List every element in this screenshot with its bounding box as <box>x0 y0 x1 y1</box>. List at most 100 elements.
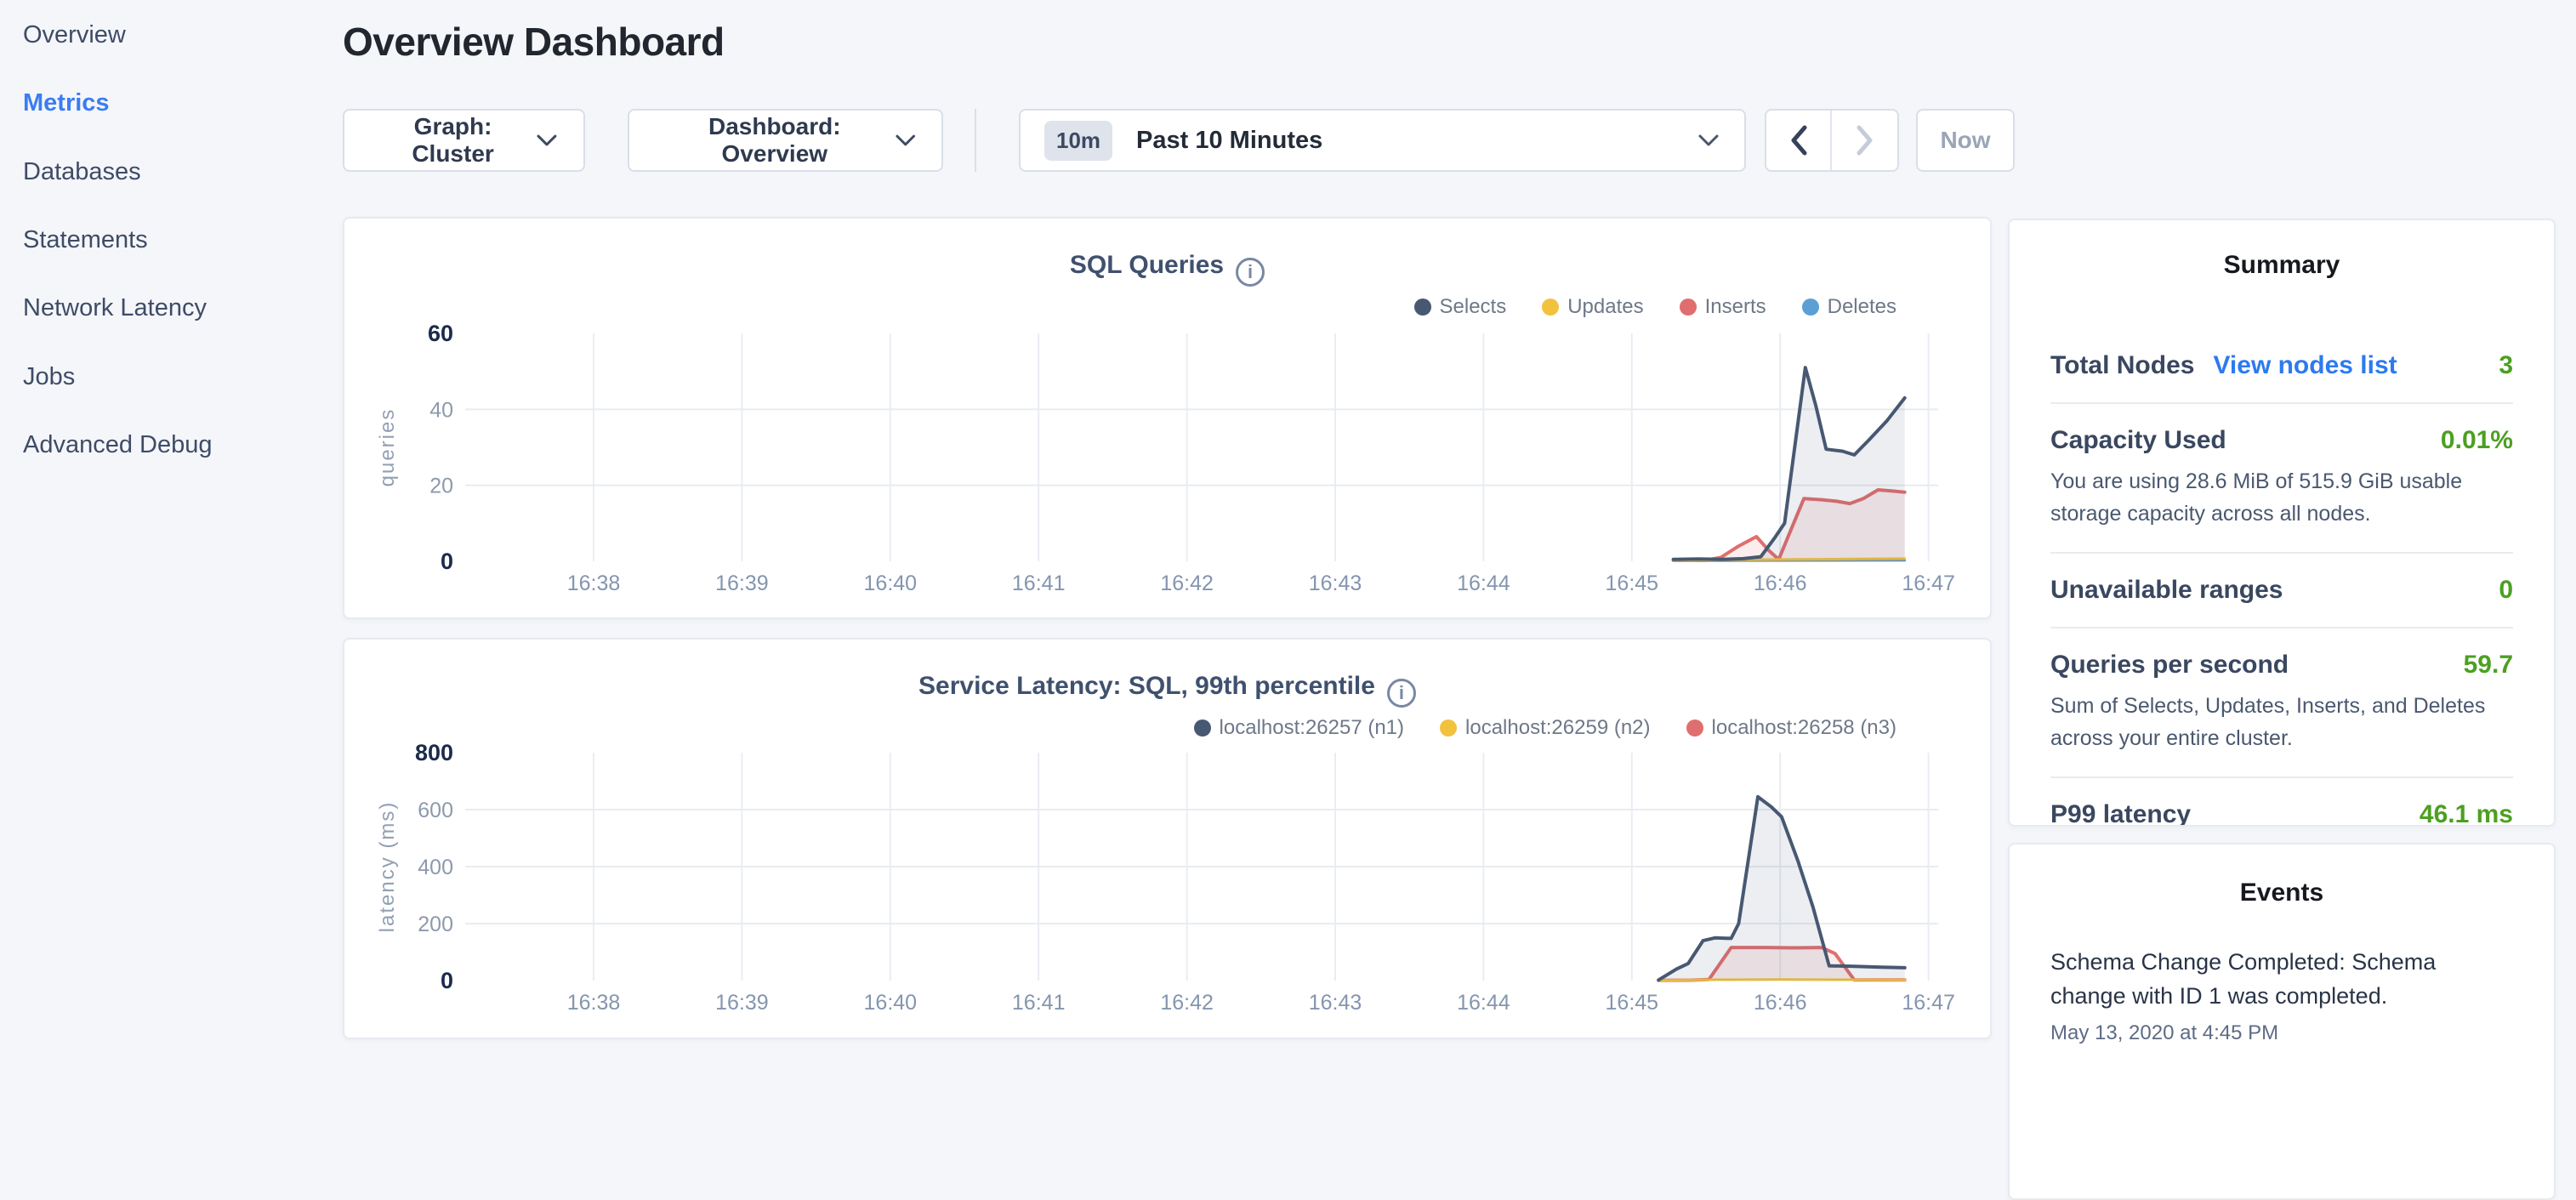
x-tick-label: 16:45 <box>1606 991 1659 1015</box>
summary-row-label: Unavailable ranges <box>2050 576 2283 605</box>
graph-dropdown[interactable]: Graph: Cluster <box>343 109 585 172</box>
legend-label: localhost:26259 (n2) <box>1465 716 1650 740</box>
x-tick-label: 16:43 <box>1309 572 1362 595</box>
y-axis-label: latency (ms) <box>376 801 399 933</box>
summary-title: Summary <box>2050 251 2513 280</box>
summary-row-description: Sum of Selects, Updates, Inserts, and De… <box>2050 690 2513 754</box>
y-tick-label: 600 <box>418 799 453 822</box>
chart-title-row: SQL Queries i <box>344 251 1990 287</box>
time-window-label: Past 10 Minutes <box>1136 127 1697 155</box>
sidebar-item-overview[interactable]: Overview <box>23 18 126 52</box>
legend-item: localhost:26259 (n2) <box>1440 716 1650 740</box>
legend-dot <box>1440 719 1457 736</box>
y-tick-label: 800 <box>415 740 453 765</box>
info-icon[interactable]: i <box>1387 679 1416 708</box>
controls-divider <box>975 109 976 172</box>
x-tick-label: 16:41 <box>1012 991 1066 1015</box>
legend-label: Inserts <box>1705 295 1766 319</box>
chevron-down-icon <box>1697 133 1720 148</box>
legend-label: Deletes <box>1828 295 1896 319</box>
sidebar-item-network-latency[interactable]: Network Latency <box>23 291 207 325</box>
legend-dot <box>1686 719 1703 736</box>
sidebar-item-advanced-debug[interactable]: Advanced Debug <box>23 428 213 462</box>
summary-row-value: 0 <box>2499 576 2513 605</box>
dashboard-dropdown[interactable]: Dashboard: Overview <box>628 109 943 172</box>
x-tick-label: 16:46 <box>1754 991 1807 1015</box>
dashboard-dropdown-label: Dashboard: Overview <box>655 113 895 168</box>
time-back-button[interactable] <box>1766 111 1832 170</box>
sidebar-item-statements[interactable]: Statements <box>23 223 148 257</box>
x-tick-label: 16:47 <box>1902 991 1955 1015</box>
x-tick-label: 16:40 <box>864 572 918 595</box>
summary-row-value: 0.01% <box>2441 426 2513 455</box>
time-window-badge: 10m <box>1044 121 1112 161</box>
x-tick-label: 16:46 <box>1754 572 1807 595</box>
summary-row-queries-per-second: Queries per second 59.7 Sum of Selects, … <box>2050 627 2513 776</box>
summary-row-label: Total Nodes <box>2050 351 2194 380</box>
sidebar-item-databases[interactable]: Databases <box>23 155 141 189</box>
x-tick-label: 16:44 <box>1457 991 1510 1015</box>
x-tick-label: 16:39 <box>715 572 769 595</box>
graph-dropdown-label: Graph: Cluster <box>370 113 536 168</box>
chevron-left-icon <box>1789 124 1808 156</box>
chart-legend: Selects Updates Inserts Deletes <box>1414 295 1897 319</box>
legend-item: localhost:26257 (n1) <box>1194 716 1404 740</box>
x-tick-label: 16:42 <box>1160 572 1214 595</box>
service-latency-chart-card: 16:38 16:39 16:40 16:41 16:42 16:43 16:44 16:45… <box>343 638 1992 1039</box>
page-title: Overview Dashboard <box>343 19 725 65</box>
summary-row-value: 3 <box>2499 351 2513 380</box>
event-timestamp: May 13, 2020 at 4:45 PM <box>2050 1021 2513 1045</box>
view-nodes-list-link[interactable]: View nodes list <box>2213 351 2397 380</box>
summary-panel: Summary Total Nodes View nodes list 3 Ca… <box>2008 219 2556 827</box>
time-pager <box>1765 109 1899 172</box>
sidebar-item-metrics[interactable]: Metrics <box>23 86 110 120</box>
x-tick-label: 16:38 <box>567 991 621 1015</box>
now-button[interactable]: Now <box>1916 109 2015 172</box>
y-tick-label: 40 <box>429 398 453 422</box>
legend-label: Selects <box>1440 295 1507 319</box>
x-tick-label: 16:44 <box>1457 572 1510 595</box>
y-axis-label: queries <box>376 408 399 487</box>
x-tick-label: 16:43 <box>1309 991 1362 1015</box>
summary-row-label: Queries per second <box>2050 651 2289 680</box>
x-tick-label: 16:38 <box>567 572 621 595</box>
summary-row-description: You are using 28.6 MiB of 515.9 GiB usab… <box>2050 465 2513 530</box>
y-tick-label: 400 <box>418 856 453 879</box>
y-tick-label: 0 <box>441 549 453 574</box>
legend-item: Selects <box>1414 295 1507 319</box>
summary-row-total-nodes: Total Nodes View nodes list 3 <box>2050 329 2513 402</box>
legend-label: localhost:26258 (n3) <box>1712 716 1896 740</box>
legend-label: Updates <box>1567 295 1643 319</box>
legend-dot <box>1194 719 1211 736</box>
info-icon[interactable]: i <box>1236 258 1265 287</box>
events-panel: Events Schema Change Completed: Schema c… <box>2008 843 2556 1200</box>
summary-row-label: Capacity Used <box>2050 426 2226 455</box>
chart-legend: localhost:26257 (n1) localhost:26259 (n2)… <box>1194 716 1896 740</box>
event-text: Schema Change Completed: Schema change w… <box>2050 945 2513 1013</box>
chart-title: SQL Queries <box>1070 251 1224 279</box>
legend-item: Updates <box>1542 295 1643 319</box>
legend-item: Inserts <box>1680 295 1766 319</box>
sql-queries-chart-card: 16:3816:3916:4016:4116:4216:4316:4416:45… <box>343 217 1992 619</box>
y-tick-label: 60 <box>428 321 453 346</box>
x-tick-label: 16:40 <box>864 991 918 1015</box>
x-tick-label: 16:42 <box>1160 991 1214 1015</box>
legend-label: localhost:26257 (n1) <box>1220 716 1404 740</box>
chart-title-row: Service Latency: SQL, 99th percentile i <box>344 672 1990 708</box>
chevron-right-icon <box>1856 124 1874 156</box>
y-tick-label: 20 <box>429 475 453 498</box>
chevron-down-icon <box>536 134 558 147</box>
legend-dot <box>1414 299 1431 316</box>
y-tick-label: 0 <box>441 968 453 993</box>
time-forward-button[interactable] <box>1832 111 1897 170</box>
time-range-selector[interactable]: 10m Past 10 Minutes <box>1019 109 1746 172</box>
legend-dot <box>1802 299 1819 316</box>
app-root: { "sidebar": { "items": [ {"label": "Ove… <box>0 0 2576 1051</box>
x-tick-label: 16:39 <box>715 991 769 1015</box>
sidebar-item-jobs[interactable]: Jobs <box>23 360 75 394</box>
event-item[interactable]: Schema Change Completed: Schema change w… <box>2050 945 2513 1045</box>
x-tick-label: 16:45 <box>1606 572 1659 595</box>
chart-title: Service Latency: SQL, 99th percentile <box>918 672 1375 700</box>
legend-item: localhost:26258 (n3) <box>1686 716 1896 740</box>
summary-row-label: P99 latency <box>2050 800 2191 827</box>
